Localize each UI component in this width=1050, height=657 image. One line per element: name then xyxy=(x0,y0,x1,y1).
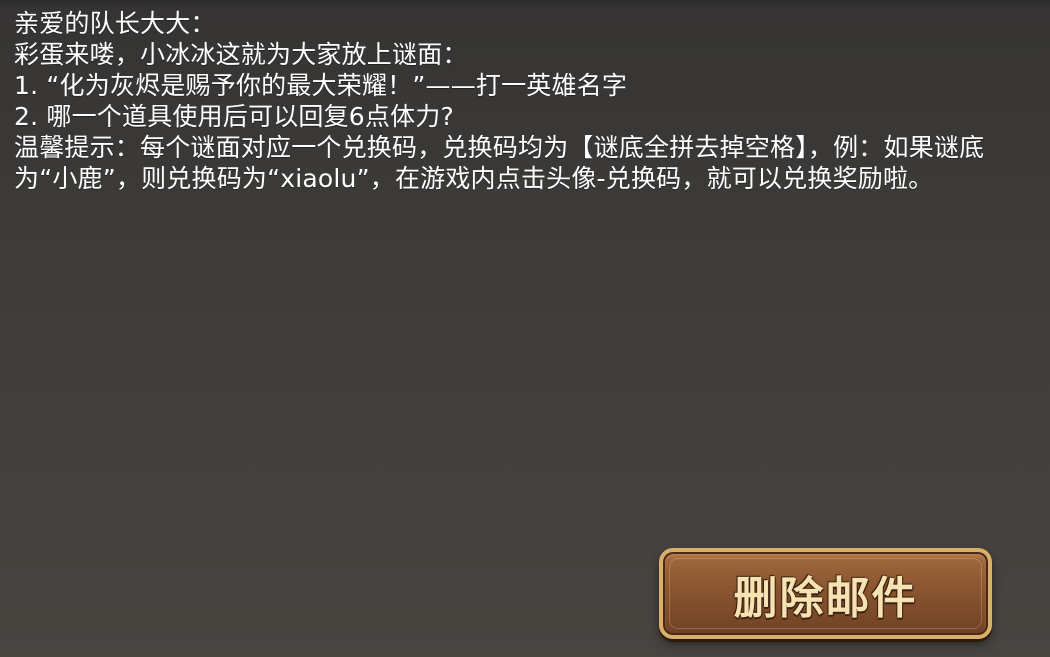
top-edge xyxy=(0,0,1050,8)
delete-mail-button[interactable]: 删除邮件 xyxy=(659,548,992,639)
mail-tip: 温馨提示：每个谜面对应一个兑换码，兑换码均为【谜底全拼去掉空格】，例：如果谜底为… xyxy=(14,133,985,193)
riddle-2: 2. 哪一个道具使用后可以回复6点体力? xyxy=(14,102,454,131)
mail-content: 亲爱的队长大大： 彩蛋来喽，小冰冰这就为大家放上谜面： 1. “化为灰烬是赐予你… xyxy=(14,8,1040,194)
delete-mail-label: 删除邮件 xyxy=(733,572,918,624)
riddle-1: 1. “化为灰烬是赐予你的最大荣耀！”——打一英雄名字 xyxy=(14,71,628,100)
mail-greeting: 亲爱的队长大大： xyxy=(14,9,216,38)
mail-intro: 彩蛋来喽，小冰冰这就为大家放上谜面： xyxy=(14,40,468,69)
